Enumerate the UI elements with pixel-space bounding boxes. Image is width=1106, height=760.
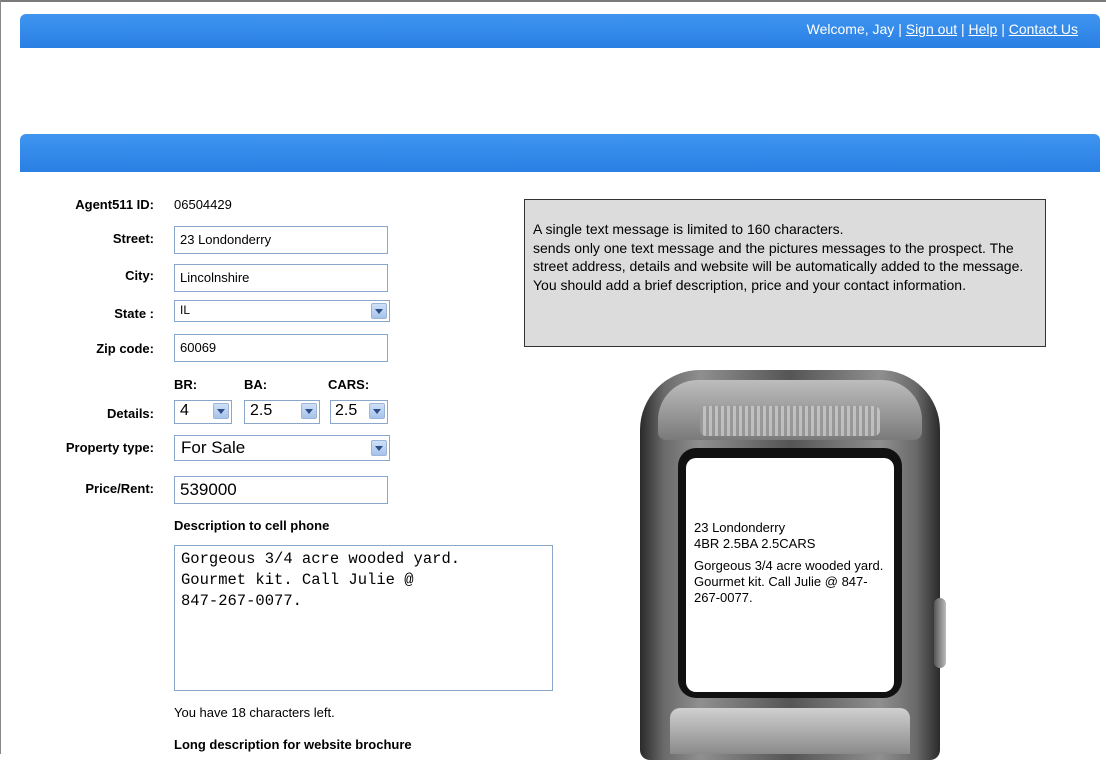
info-box: A single text message is limited to 160 … [524, 199, 1046, 347]
br-select[interactable]: 4 [174, 400, 232, 424]
property-type-select[interactable]: For Sale [174, 435, 390, 461]
phone-message: Gorgeous 3/4 acre wooded yard. Gourmet k… [694, 558, 884, 605]
phone-details: 4BR 2.5BA 2.5CARS [694, 536, 816, 551]
section-header-bar [20, 134, 1100, 172]
property-type-value: For Sale [181, 438, 246, 457]
zip-label: Zip code: [96, 341, 154, 356]
phone-preview: 23 Londonderry 4BR 2.5BA 2.5CARS Gorgeou… [640, 362, 946, 760]
description-label: Description to cell phone [174, 518, 330, 533]
agent-id-label: Agent511 ID: [75, 197, 154, 212]
street-input[interactable]: 23 Londonderry [174, 226, 388, 254]
phone-address: 23 Londonderry [694, 520, 786, 535]
br-label: BR: [174, 377, 198, 392]
city-input[interactable]: Lincolnshire [174, 264, 388, 292]
long-description-label: Long description for website brochure [174, 737, 412, 752]
help-link[interactable]: Help [969, 21, 998, 37]
window-top-border [0, 0, 1106, 2]
price-label: Price/Rent: [85, 481, 154, 496]
sign-out-link[interactable]: Sign out [906, 21, 957, 37]
state-select[interactable]: IL [174, 300, 390, 322]
ba-select[interactable]: 2.5 [244, 400, 320, 424]
chars-left-text: You have 18 characters left. [174, 705, 335, 720]
state-select-value: IL [180, 303, 191, 317]
ba-label: BA: [244, 377, 268, 392]
cars-label: CARS: [328, 377, 370, 392]
zip-input[interactable]: 60069 [174, 334, 388, 362]
city-label: City: [125, 268, 154, 283]
chevron-down-icon [371, 440, 387, 456]
separator: | [1001, 21, 1005, 37]
property-type-label: Property type: [65, 440, 154, 455]
chevron-down-icon [301, 403, 317, 419]
info-line-2: sends only one text message and the pict… [533, 239, 1024, 293]
state-label: State : [114, 306, 154, 321]
phone-bottom [670, 708, 910, 754]
separator: | [961, 21, 965, 37]
separator: | [898, 21, 902, 37]
header-links: Welcome, Jay | Sign out | Help | Contact… [807, 21, 1078, 37]
window-left-border [0, 0, 1, 754]
phone-screen: 23 Londonderry 4BR 2.5BA 2.5CARS Gorgeou… [686, 458, 894, 692]
chevron-down-icon [371, 303, 387, 319]
welcome-text: Welcome, Jay [806, 21, 895, 37]
price-input[interactable]: 539000 [174, 476, 388, 504]
contact-us-link[interactable]: Contact Us [1009, 21, 1078, 37]
side-button [934, 598, 946, 668]
details-label: Details: [107, 406, 154, 421]
street-label: Street: [112, 231, 154, 246]
chevron-down-icon [369, 403, 385, 419]
cars-select[interactable]: 2.5 [330, 400, 388, 424]
agent-id-value: 06504429 [174, 197, 232, 212]
ba-select-value: 2.5 [250, 402, 273, 419]
speaker-grille [700, 406, 880, 436]
description-textarea[interactable]: Gorgeous 3/4 acre wooded yard. Gourmet k… [174, 545, 553, 691]
br-select-value: 4 [180, 402, 189, 419]
cars-select-value: 2.5 [335, 402, 358, 419]
chevron-down-icon [213, 403, 229, 419]
top-header-bar: Welcome, Jay | Sign out | Help | Contact… [20, 14, 1100, 48]
info-line-1: A single text message is limited to 160 … [533, 221, 844, 237]
